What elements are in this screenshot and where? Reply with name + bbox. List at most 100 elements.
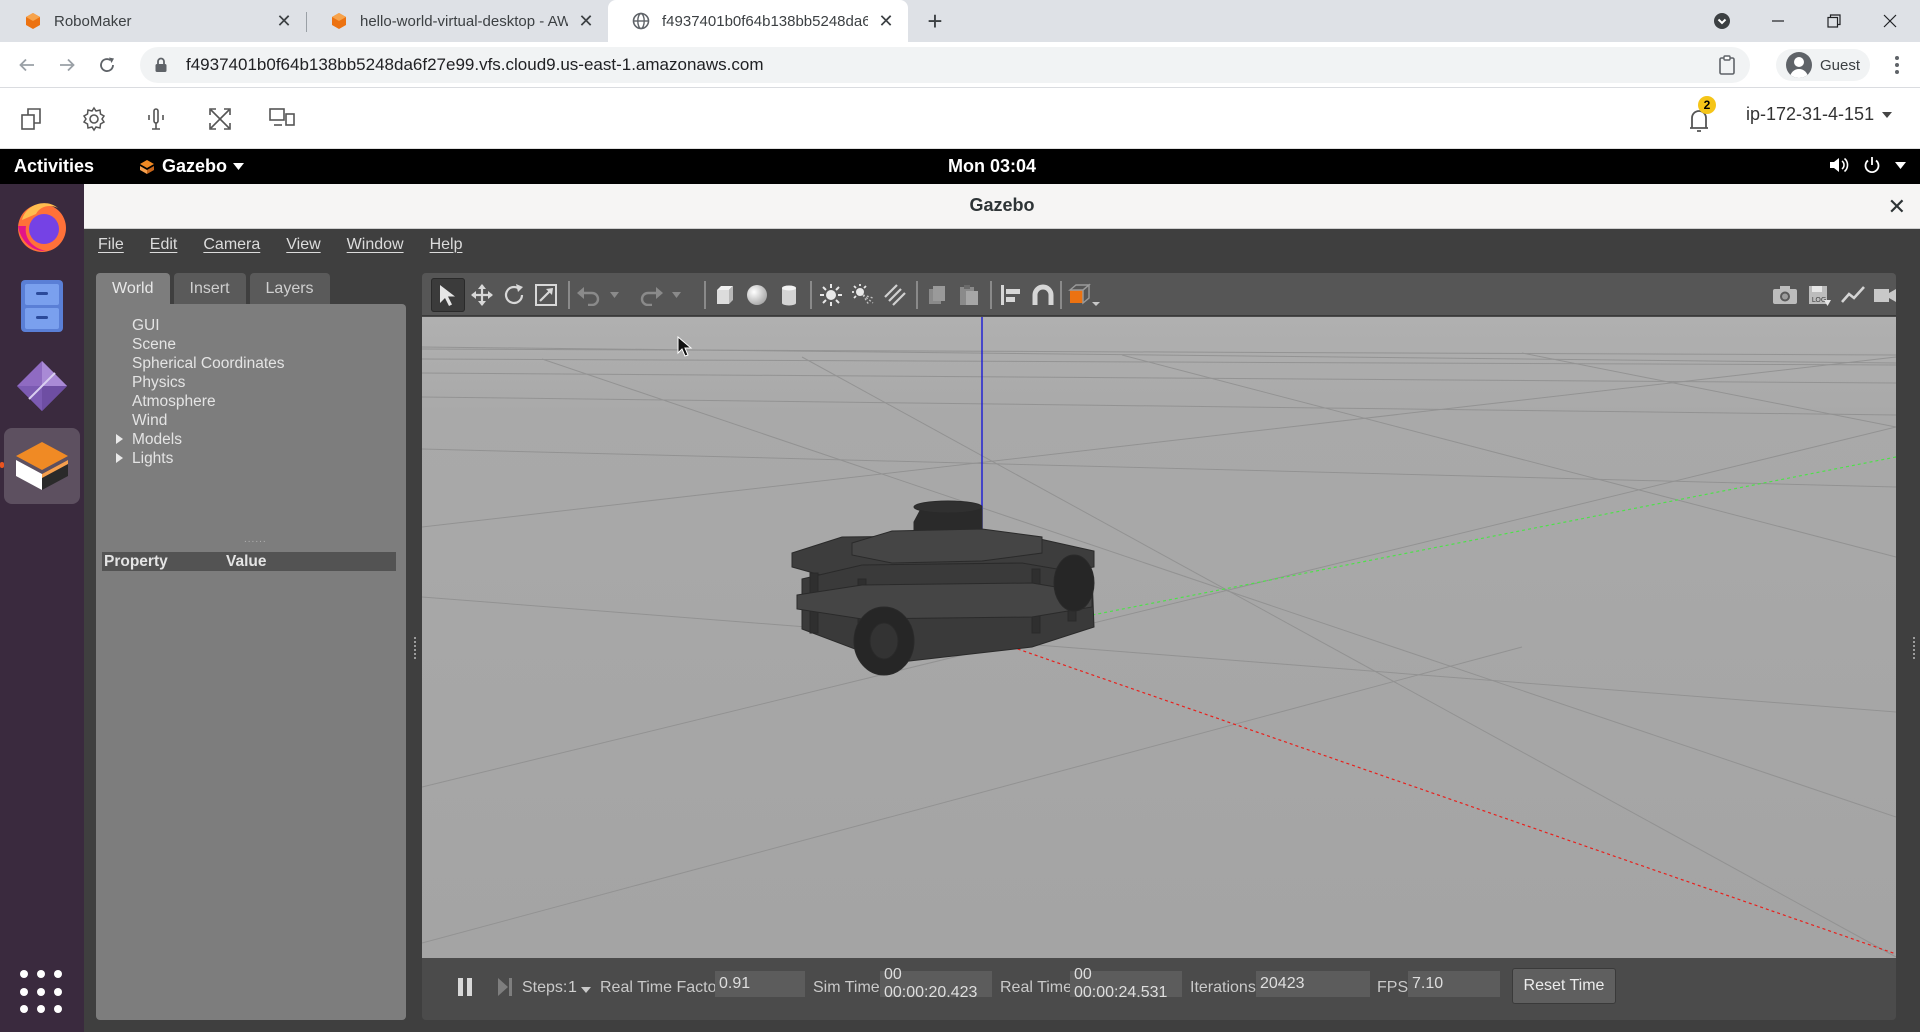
log-button[interactable]: LOG	[1802, 278, 1836, 312]
toolbar-separator	[568, 281, 570, 309]
dock-gazebo[interactable]	[4, 428, 80, 504]
tab-search-button[interactable]	[1694, 0, 1750, 42]
scale-mode-button[interactable]	[529, 278, 563, 312]
tab-world[interactable]: World	[96, 273, 170, 304]
restore-window-button[interactable]	[1806, 0, 1862, 42]
record-video-button[interactable]	[1868, 278, 1896, 312]
menu-help[interactable]: Help	[430, 236, 463, 254]
insert-cylinder-button[interactable]	[772, 278, 806, 312]
close-tab-icon[interactable]: ✕	[274, 11, 294, 31]
reload-button[interactable]	[92, 50, 122, 80]
tree-item-atmosphere[interactable]: Atmosphere	[96, 392, 406, 411]
insert-spot-light-button[interactable]	[846, 278, 880, 312]
tree-item-gui[interactable]: GUI	[96, 316, 406, 335]
redo-history-dropdown[interactable]	[665, 278, 687, 312]
translate-mode-button[interactable]	[465, 278, 499, 312]
forward-button[interactable]	[52, 50, 82, 80]
app-menu[interactable]: Gazebo	[138, 156, 245, 177]
tree-item-physics[interactable]: Physics	[96, 373, 406, 392]
left-splitter-handle[interactable]	[413, 637, 417, 659]
caret-down-icon	[1895, 161, 1906, 169]
hostname-label: ip-172-31-4-151	[1746, 104, 1875, 124]
dock-app-diamond[interactable]	[4, 348, 80, 424]
close-tab-icon[interactable]: ✕	[576, 11, 596, 31]
insert-sphere-button[interactable]	[740, 278, 774, 312]
file-cabinet-icon	[21, 280, 63, 332]
minimize-window-button[interactable]	[1750, 0, 1806, 42]
toolbar-separator	[1060, 281, 1062, 309]
tree-item-spherical-coordinates[interactable]: Spherical Coordinates	[96, 354, 406, 373]
browser-menu-button[interactable]	[1884, 50, 1910, 80]
audio-button[interactable]	[141, 104, 171, 134]
close-tab-icon[interactable]: ✕	[876, 11, 896, 31]
menu-camera[interactable]: Camera	[203, 236, 260, 254]
right-splitter-handle[interactable]	[1912, 637, 1916, 659]
redo-button[interactable]	[634, 278, 668, 312]
tab-layers[interactable]: Layers	[249, 273, 330, 304]
rotate-mode-button[interactable]	[497, 278, 531, 312]
expand-arrow-icon[interactable]	[116, 453, 123, 463]
back-button[interactable]	[12, 50, 42, 80]
browser-tab-strip: RoboMaker ✕ hello-world-virtual-desktop …	[0, 0, 1920, 42]
insert-point-light-button[interactable]	[814, 278, 848, 312]
paste-button[interactable]	[952, 278, 986, 312]
insert-directional-light-button[interactable]	[878, 278, 912, 312]
align-button[interactable]	[994, 278, 1028, 312]
undo-history-dropdown[interactable]	[603, 278, 625, 312]
value-column-header: Value	[226, 552, 267, 570]
sim-time-field: 00 00:00:20.423	[880, 966, 992, 1001]
insert-box-button[interactable]	[708, 278, 742, 312]
tab-insert[interactable]: Insert	[173, 273, 246, 304]
monitors-icon	[269, 108, 295, 126]
dock-firefox[interactable]	[4, 188, 80, 264]
menu-window[interactable]: Window	[347, 236, 404, 254]
expand-arrow-icon[interactable]	[116, 434, 123, 444]
window-title: Gazebo	[969, 195, 1035, 215]
switch-view-button[interactable]	[17, 104, 47, 134]
select-mode-button[interactable]	[431, 278, 465, 312]
copy-button[interactable]	[920, 278, 954, 312]
caret-down-icon[interactable]	[581, 987, 591, 993]
dock-files[interactable]	[4, 268, 80, 344]
menu-file[interactable]: File	[98, 236, 124, 254]
reset-time-button[interactable]: Reset Time	[1512, 968, 1616, 1004]
copy-window-icon	[21, 108, 41, 130]
tree-item-models[interactable]: Models	[96, 430, 406, 449]
dcv-toolbar: 2 ip-172-31-4-151	[0, 88, 1920, 149]
3d-viewport[interactable]	[422, 317, 1896, 958]
new-tab-button[interactable]: +	[920, 6, 950, 36]
spot-light-icon	[852, 284, 874, 306]
pause-button[interactable]	[456, 976, 474, 1002]
steps-value[interactable]: 1	[568, 979, 577, 997]
clock[interactable]: Mon 03:04	[948, 156, 1036, 177]
settings-button[interactable]	[79, 104, 109, 134]
tree-item-lights[interactable]: Lights	[96, 449, 406, 468]
show-applications-button[interactable]	[20, 970, 64, 1014]
screenshot-button[interactable]	[1768, 278, 1802, 312]
close-window-icon[interactable]: ✕	[1888, 194, 1906, 220]
panel-splitter-handle[interactable]	[96, 534, 406, 550]
plot-button[interactable]	[1836, 278, 1870, 312]
browser-tab-robomaker[interactable]: RoboMaker ✕	[0, 0, 306, 42]
browser-tab-dcv[interactable]: f4937401b0f64b138bb5248da6f2 ✕	[608, 0, 908, 42]
undo-button[interactable]	[572, 278, 606, 312]
step-button[interactable]	[496, 976, 514, 1002]
activities-button[interactable]: Activities	[14, 156, 94, 177]
url-bar[interactable]: f4937401b0f64b138bb5248da6f27e99.vfs.clo…	[140, 47, 1750, 83]
session-host-dropdown[interactable]: ip-172-31-4-151	[1746, 104, 1893, 125]
fullscreen-button[interactable]	[205, 104, 235, 134]
display-layout-button[interactable]	[267, 104, 297, 134]
close-window-button[interactable]	[1862, 0, 1918, 42]
simulation-control-bar: Steps: 1 Real Time Factor: 0.91 Sim Time…	[422, 958, 1896, 1020]
system-tray[interactable]	[1829, 156, 1906, 174]
tree-item-scene[interactable]: Scene	[96, 335, 406, 354]
menu-edit[interactable]: Edit	[150, 236, 178, 254]
browser-tab-hello-world[interactable]: hello-world-virtual-desktop - AW ✕	[306, 0, 608, 42]
snap-button[interactable]	[1026, 278, 1060, 312]
profile-button[interactable]: Guest	[1776, 49, 1871, 81]
menu-view[interactable]: View	[286, 236, 320, 254]
mouse-pointer-icon	[677, 336, 693, 357]
view-angle-button[interactable]	[1064, 278, 1104, 312]
tree-item-wind[interactable]: Wind	[96, 411, 406, 430]
diamond-app-icon	[17, 361, 67, 411]
